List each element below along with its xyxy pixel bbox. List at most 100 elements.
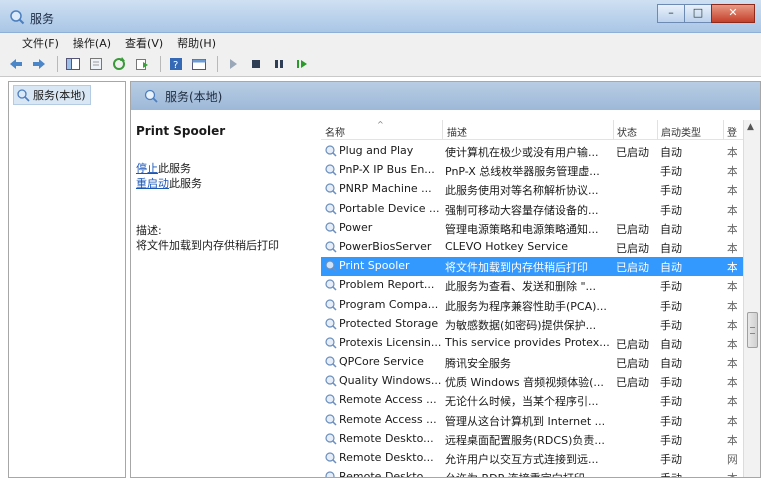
- column-header-logon[interactable]: 登: [727, 124, 737, 139]
- column-separator[interactable]: [442, 120, 443, 140]
- service-name: Protected Storage: [339, 316, 439, 330]
- table-row[interactable]: Remote Access ... 无论什么时候，当某个程序引... 手动 本: [321, 391, 760, 410]
- service-gear-icon: [325, 202, 337, 215]
- column-separator[interactable]: [613, 120, 614, 140]
- service-description-cell: 此服务为查看、发送和删除 "...: [445, 280, 597, 294]
- minimize-button[interactable]: –: [657, 4, 685, 23]
- scrollbar-grip-icon: [750, 327, 755, 334]
- service-logon-cell: 本: [727, 146, 737, 159]
- service-name: Protexis Licensin...: [339, 335, 442, 349]
- service-logon-cell: 本: [727, 184, 737, 198]
- refresh-button[interactable]: [109, 55, 129, 73]
- export-button[interactable]: [132, 55, 152, 73]
- column-separator[interactable]: [723, 120, 724, 140]
- service-startup-cell: 手动: [660, 470, 704, 477]
- service-status-cell: 已启动: [616, 146, 649, 159]
- table-row[interactable]: Plug and Play 使计算机在极少或没有用户输... 已启动 自动 本: [321, 142, 760, 161]
- service-name: Remote Access ...: [339, 393, 437, 407]
- properties-button[interactable]: [86, 55, 106, 73]
- pause-service-button[interactable]: [269, 55, 289, 73]
- title-bar: 服务 – □ ✕: [0, 0, 761, 33]
- table-row[interactable]: QPCore Service 腾讯安全服务 已启动 自动 本: [321, 353, 760, 372]
- back-button[interactable]: [6, 55, 26, 73]
- scroll-up-icon[interactable]: ▲: [747, 122, 754, 132]
- service-logon-cell: 网: [727, 453, 737, 466]
- console-tree-button[interactable]: [63, 55, 83, 73]
- toolbar-separator: [57, 56, 58, 72]
- console-button[interactable]: [189, 55, 209, 73]
- table-row[interactable]: PnP-X IP Bus En... PnP-X 总线枚举器服务管理虚... 手动 本: [321, 161, 760, 180]
- table-row[interactable]: Protexis Licensin... This service provide…: [321, 334, 760, 353]
- forward-icon: [33, 59, 45, 69]
- toolbar-separator: [160, 56, 161, 72]
- stop-service-row: 停止此服务: [136, 160, 191, 176]
- service-name-cell: Remote Access ...: [324, 393, 442, 406]
- service-name-cell: Protected Storage: [324, 317, 442, 330]
- table-row[interactable]: Remote Access ... 管理从这台计算机到 Internet ... 手…: [321, 411, 760, 430]
- menu-help[interactable]: 帮助(H): [177, 35, 216, 51]
- close-button[interactable]: ✕: [711, 4, 755, 23]
- service-gear-icon: [325, 471, 335, 477]
- menu-view[interactable]: 查看(V): [125, 35, 163, 51]
- service-status-cell: 已启动: [616, 222, 649, 236]
- restart-service-button[interactable]: [292, 55, 312, 73]
- table-row[interactable]: Print Spooler 将文件加载到内存供稍后打印 已启动 自动 本: [321, 257, 760, 277]
- service-startup-cell: 自动: [660, 261, 682, 275]
- service-gear-icon: [325, 356, 337, 368]
- vertical-scrollbar[interactable]: ▲: [743, 120, 760, 477]
- service-name: QPCore Service: [339, 355, 424, 369]
- service-description-cell: 此服务使用对等名称解析协议...: [445, 184, 599, 198]
- column-header-name[interactable]: 名称: [325, 124, 345, 139]
- services-rows: Plug and Play 使计算机在极少或没有用户输... 已启动 自动本 PnP-X…: [321, 142, 760, 478]
- stop-service-button[interactable]: [246, 55, 266, 73]
- service-name-cell: Remote Deskto...: [324, 451, 442, 464]
- column-header-startup-type[interactable]: 启动类型: [661, 124, 701, 139]
- tree-item-label: 服务(本地): [33, 89, 86, 102]
- stop-service-link[interactable]: 停止: [136, 162, 158, 175]
- service-name-cell: Remote Deskto...: [324, 470, 442, 478]
- tree-item-services-local[interactable]: 服务(本地): [13, 85, 91, 105]
- service-description-cell: 允许用户以交互方式连接到远...: [445, 453, 599, 466]
- service-description-cell: 强制可移动大容量存储设备的...: [445, 203, 599, 217]
- service-gear-icon: [325, 260, 337, 272]
- forward-button[interactable]: [29, 55, 49, 73]
- scrollbar-thumb[interactable]: [747, 312, 758, 348]
- maximize-button[interactable]: □: [684, 4, 712, 23]
- service-gear-icon: [325, 183, 337, 195]
- table-row[interactable]: PowerBiosServer CLEVO Hotkey Service 已启动 自动…: [321, 238, 760, 257]
- table-row[interactable]: Remote Deskto... 允许为 RDP 连接重定向打印... 手动 本: [321, 468, 760, 478]
- table-row[interactable]: Remote Deskto... 允许用户以交互方式连接到远... 手动 网: [321, 449, 760, 468]
- services-list: 名称 ^ 描述 状态 启动类型 登 Plug and Play 使计算机在极少或没…: [321, 120, 760, 478]
- service-gear-icon: [325, 164, 337, 176]
- table-row[interactable]: Program Compa... 此服务为程序兼容性助手(PCA)... 手动 本: [321, 296, 760, 315]
- service-startup-cell: 手动: [660, 203, 682, 217]
- service-startup-cell: 手动: [660, 299, 682, 313]
- service-name: Program Compa...: [339, 297, 439, 311]
- service-logon-cell: 本: [727, 470, 737, 477]
- table-row[interactable]: Remote Deskto... 远程桌面配置服务(RDCS)负责... 手动 本: [321, 430, 760, 449]
- help-button[interactable]: ?: [166, 55, 186, 73]
- properties-icon: [90, 58, 102, 70]
- pause-icon: [275, 60, 283, 68]
- table-row[interactable]: Protected Storage 为敏感数据(如密码)提供保护... 手动 本: [321, 315, 760, 334]
- menu-file[interactable]: 文件(F): [22, 35, 59, 51]
- table-row[interactable]: PNRP Machine ... 此服务使用对等名称解析协议... 手动 本: [321, 180, 760, 199]
- table-row[interactable]: Problem Report... 此服务为查看、发送和删除 "... 手动 本: [321, 276, 760, 295]
- column-header-status[interactable]: 状态: [617, 124, 637, 139]
- services-icon: [17, 89, 30, 102]
- table-row[interactable]: Portable Device ... 强制可移动大容量存储设备的... 手动 本: [321, 200, 760, 219]
- table-row[interactable]: Quality Windows... 优质 Windows 音频视频体验(... 已…: [321, 372, 760, 391]
- service-startup-cell: 自动: [660, 357, 682, 371]
- restart-service-link[interactable]: 重启动: [136, 177, 169, 190]
- service-description-cell: 为敏感数据(如密码)提供保护...: [445, 318, 597, 332]
- start-service-button[interactable]: [223, 55, 243, 73]
- service-name: Remote Deskto...: [339, 470, 434, 478]
- table-row[interactable]: Power 管理电源策略和电源策略通知... 已启动 自动 本: [321, 219, 760, 238]
- menu-action[interactable]: 操作(A): [73, 35, 111, 51]
- service-gear-icon: [325, 318, 337, 330]
- console-icon: [192, 59, 206, 70]
- service-gear-icon: [325, 298, 337, 311]
- service-description-cell: This service provides Protex...: [445, 335, 610, 349]
- column-separator[interactable]: [657, 120, 658, 140]
- column-header-description[interactable]: 描述: [447, 124, 467, 139]
